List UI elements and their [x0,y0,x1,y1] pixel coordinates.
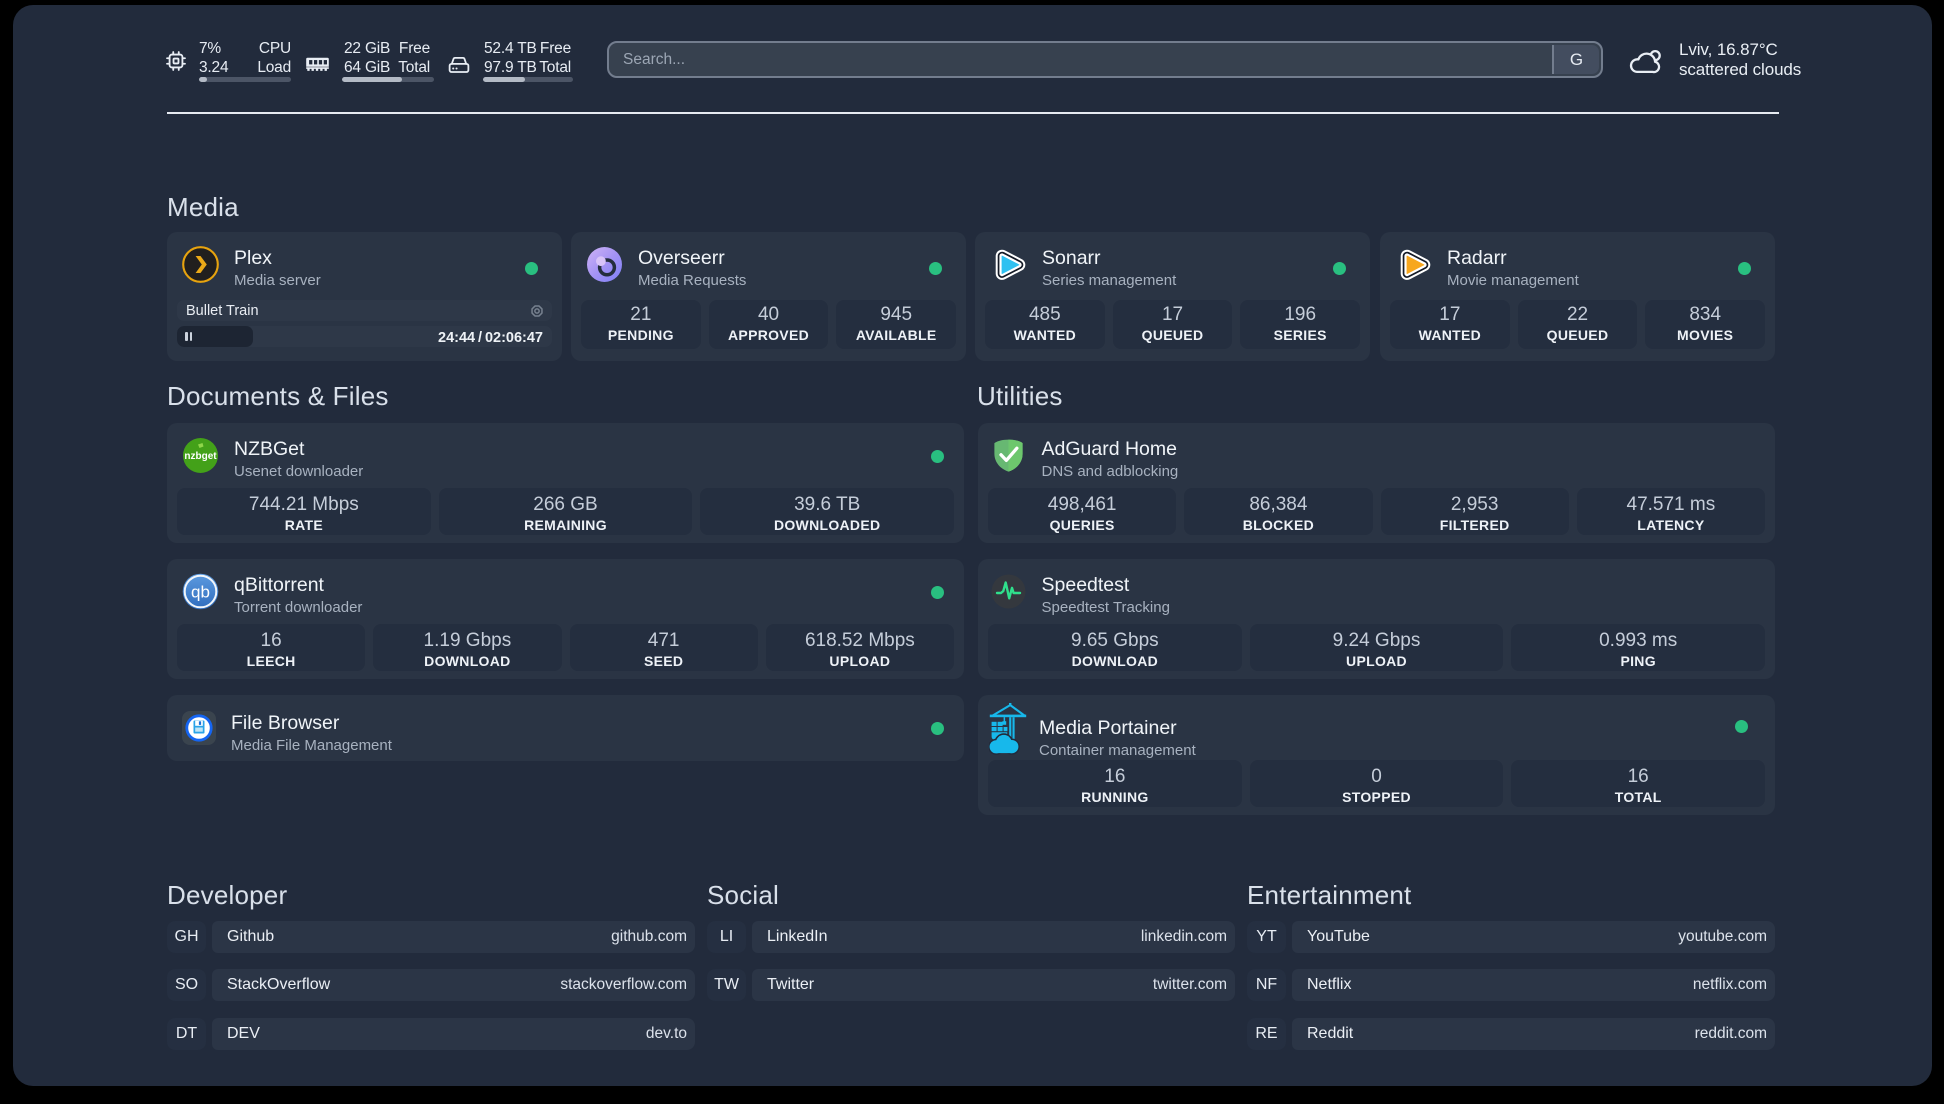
svg-text:nzbget: nzbget [184,451,217,462]
svg-text:qb: qb [191,583,210,602]
